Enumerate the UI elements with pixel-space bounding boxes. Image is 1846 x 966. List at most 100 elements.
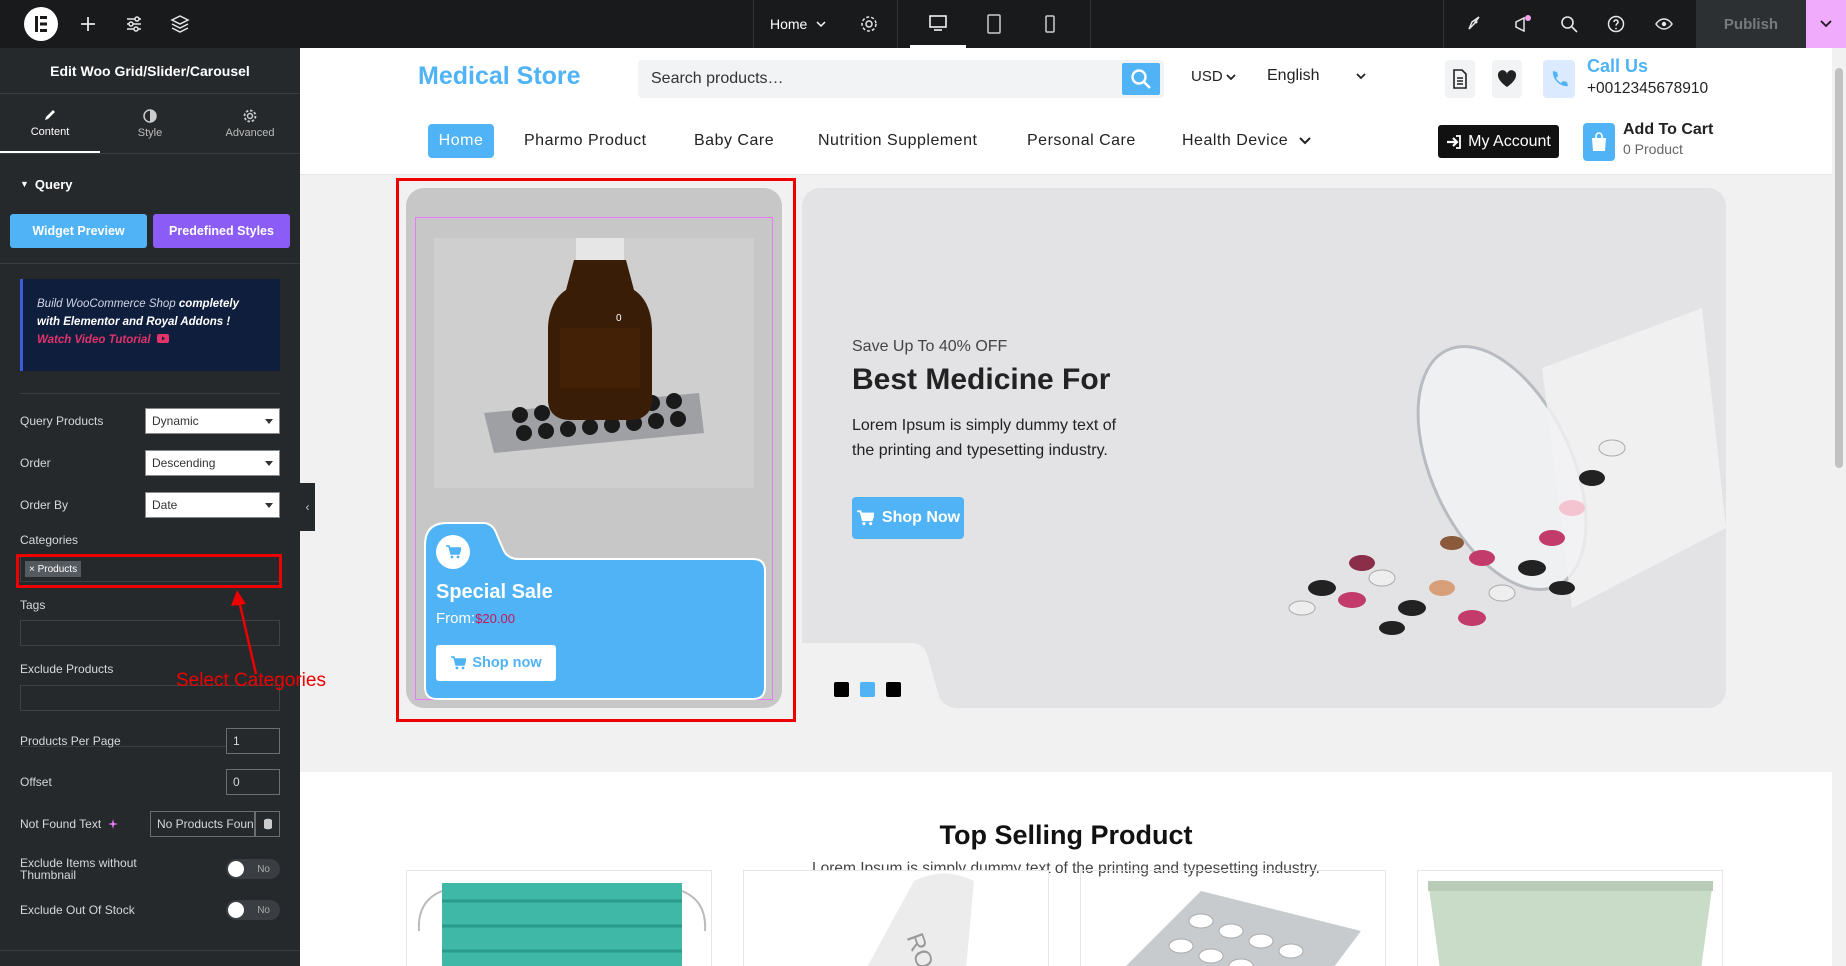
categories-label: Categories [20, 533, 79, 547]
product-thumb-2[interactable]: RON [743, 870, 1049, 966]
add-to-cart-icon-button[interactable] [436, 535, 470, 569]
mobile-view-button[interactable] [1022, 0, 1078, 48]
predefined-styles-button[interactable]: Predefined Styles [153, 214, 290, 248]
ai-sparkle-icon[interactable] [107, 818, 119, 830]
search-submit-button[interactable] [1122, 63, 1160, 95]
query-products-select[interactable]: Dynamic [145, 408, 280, 434]
cart-title[interactable]: Add To Cart [1623, 121, 1713, 139]
search-icon [1131, 69, 1151, 89]
site-logo[interactable]: Medical Store [418, 62, 581, 91]
product-title[interactable]: Special Sale [436, 581, 553, 604]
structure-button[interactable] [168, 0, 192, 48]
publish-button[interactable]: Publish [1696, 0, 1806, 48]
layers-icon [170, 15, 190, 33]
page-selector[interactable]: Home [770, 0, 840, 48]
annotation-label: Select Categories [176, 670, 326, 691]
toggle-state-label: No [257, 904, 270, 916]
video-tutorial-promo: Build WooCommerce Shop completely with E… [20, 279, 280, 371]
currency-label: USD [1191, 68, 1223, 85]
slider-dot-1[interactable] [834, 682, 849, 697]
order-select[interactable]: Descending [145, 450, 280, 476]
product-shop-now-button[interactable]: Shop now [436, 645, 556, 681]
chevron-left-icon: ‹ [305, 500, 310, 514]
product-thumb-3[interactable] [1080, 870, 1386, 966]
tube-image: RON [744, 871, 1048, 966]
page-scrollbar[interactable] [1832, 48, 1846, 966]
tab-content[interactable]: Content [0, 94, 100, 153]
categories-select[interactable]: × Products [20, 556, 280, 582]
search-button[interactable] [1557, 0, 1581, 48]
wishlist-button[interactable] [1492, 60, 1522, 98]
nav-item-baby-care[interactable]: Baby Care [694, 124, 774, 158]
query-section-header[interactable]: ▼ Query [0, 154, 300, 214]
nav-item-home[interactable]: Home [428, 124, 494, 158]
desktop-view-button[interactable] [910, 0, 966, 48]
tab-advanced[interactable]: Advanced [200, 94, 300, 153]
pencil-icon [45, 109, 55, 120]
page-settings-button[interactable] [857, 0, 881, 48]
page-selector-label: Home [770, 16, 808, 32]
shopping-bag-icon [1592, 132, 1606, 151]
widget-preview-button[interactable]: Widget Preview [10, 214, 147, 248]
tab-style[interactable]: Style [100, 94, 200, 153]
dynamic-tags-button[interactable] [255, 811, 280, 837]
preview-button[interactable] [1652, 0, 1676, 48]
currency-switcher[interactable]: USD [1191, 68, 1236, 85]
slider-tab-shape [802, 643, 958, 708]
watch-video-link[interactable]: Watch Video Tutorial [37, 334, 169, 346]
promo-text: Build WooCommerce Shop [37, 298, 179, 310]
youtube-icon [156, 334, 169, 343]
nav-item-nutrition-supplement[interactable]: Nutrition Supplement [818, 124, 977, 158]
tablet-view-button[interactable] [966, 0, 1022, 48]
search-input[interactable]: Search products… [638, 70, 1122, 88]
slider-dot-2-active[interactable] [860, 682, 875, 697]
scrollbar-thumb[interactable] [1835, 68, 1843, 468]
publish-label: Publish [1723, 15, 1779, 33]
phone-number[interactable]: +0012345678910 [1587, 80, 1708, 98]
nav-item-health-device[interactable]: Health Device [1182, 124, 1312, 158]
annotation-arrow-icon [231, 590, 258, 675]
product-thumb-1[interactable] [406, 870, 712, 966]
tablet-icon [987, 14, 1001, 34]
cart-button[interactable] [1583, 123, 1615, 161]
caret-down-icon [265, 419, 273, 424]
language-switcher[interactable]: English [1267, 67, 1367, 85]
my-account-button[interactable]: My Account [1438, 125, 1559, 158]
offset-input[interactable]: 0 [226, 769, 280, 795]
medicine-bottle-image [434, 238, 754, 488]
query-products-label: Query Products [20, 414, 104, 428]
elementor-logo-button[interactable] [22, 0, 60, 48]
slider-dot-3[interactable] [886, 682, 901, 697]
exclude-no-thumbnail-toggle[interactable]: No [226, 859, 280, 879]
not-found-text-input[interactable]: No Products Foun [150, 811, 255, 837]
my-account-label: My Account [1468, 132, 1551, 150]
caret-down-icon [265, 503, 273, 508]
woo-grid-widget[interactable]: 0 Special Sale From:$20.00 Shop now [406, 188, 782, 708]
order-by-select[interactable]: Date [145, 492, 280, 518]
exclude-no-thumbnail-label: Exclude Items without Thumbnail [20, 856, 137, 882]
add-element-button[interactable] [76, 0, 100, 48]
promo-bold-text-2: with Elementor and Royal Addons ! [37, 316, 231, 328]
products-per-page-input[interactable]: 1 [226, 728, 280, 754]
hero-shop-now-button[interactable]: Shop Now [852, 497, 964, 539]
tab-content-label: Content [30, 125, 70, 138]
exclude-out-of-stock-toggle[interactable]: No [226, 900, 280, 920]
cart-count: 0 Product [1623, 141, 1683, 157]
nav-item-personal-care[interactable]: Personal Care [1027, 124, 1136, 158]
chevron-down-icon [1820, 20, 1832, 28]
launchpad-button[interactable] [1462, 0, 1486, 48]
category-chip-products[interactable]: × Products [25, 561, 82, 577]
site-settings-button[interactable] [122, 0, 146, 48]
cart-icon [446, 545, 461, 559]
document-icon [1453, 69, 1467, 89]
publish-options-button[interactable] [1806, 0, 1846, 48]
notifications-button[interactable] [1510, 0, 1534, 48]
compare-button[interactable] [1445, 60, 1475, 98]
collapse-panel-button[interactable]: ‹ [300, 483, 315, 531]
nav-item-pharmo-product[interactable]: Pharmo Product [524, 124, 647, 158]
product-thumb-4[interactable] [1417, 870, 1723, 966]
product-shop-now-label: Shop now [472, 655, 542, 671]
watch-video-label: Watch Video Tutorial [37, 334, 151, 346]
phone-icon [1552, 71, 1568, 87]
help-button[interactable] [1604, 0, 1628, 48]
